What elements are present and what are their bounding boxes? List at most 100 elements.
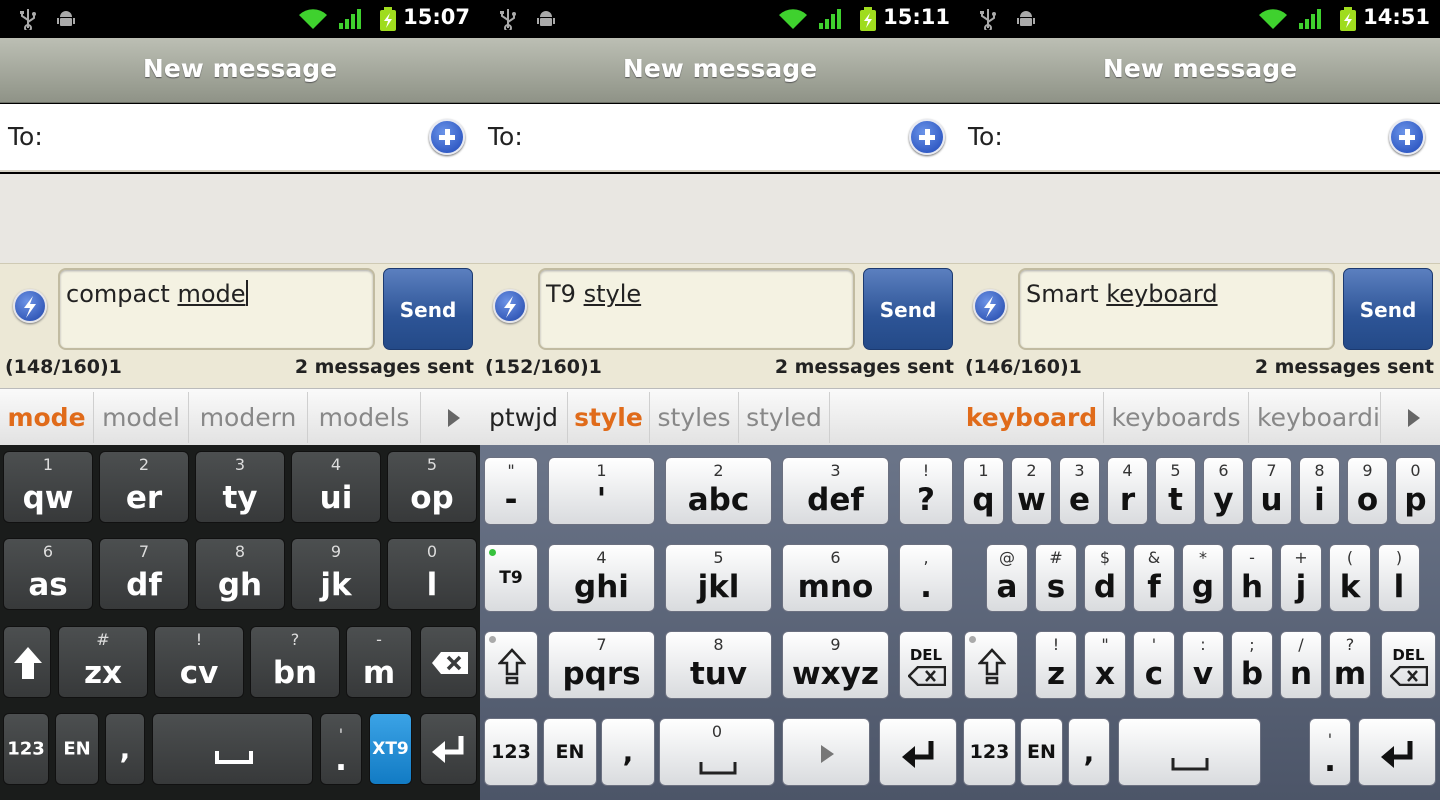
- t9-mode-key[interactable]: T9: [484, 544, 538, 612]
- key[interactable]: 8 gh: [195, 538, 285, 610]
- backspace-key[interactable]: [420, 626, 477, 698]
- period-key[interactable]: '.: [1309, 718, 1351, 786]
- space-key[interactable]: [1118, 718, 1261, 786]
- key[interactable]: !?: [899, 457, 953, 525]
- suggestion-item[interactable]: model: [94, 389, 188, 446]
- key[interactable]: 4r: [1107, 457, 1148, 525]
- key[interactable]: 6 mno: [782, 544, 889, 612]
- shift-key[interactable]: [964, 631, 1018, 699]
- key[interactable]: 4 ghi: [548, 544, 655, 612]
- key[interactable]: " x: [1084, 631, 1126, 699]
- key[interactable]: 2 er: [99, 451, 189, 523]
- key[interactable]: ? m: [1329, 631, 1371, 699]
- comma-key[interactable]: ,: [601, 718, 655, 786]
- language-key[interactable]: EN: [1020, 718, 1063, 786]
- key[interactable]: 3e: [1059, 457, 1100, 525]
- comma-key[interactable]: ,: [1068, 718, 1110, 786]
- quick-text-icon[interactable]: [13, 289, 47, 323]
- recipient-row[interactable]: To:: [0, 104, 480, 172]
- key[interactable]: 6y: [1203, 457, 1244, 525]
- key[interactable]: 2w: [1011, 457, 1052, 525]
- suggestion-item[interactable]: modern: [189, 389, 307, 446]
- key[interactable]: (k: [1329, 544, 1371, 612]
- add-contact-icon[interactable]: [429, 119, 465, 155]
- key[interactable]: 6 as: [3, 538, 93, 610]
- key[interactable]: 5 op: [387, 451, 477, 523]
- key[interactable]: -m: [346, 626, 412, 698]
- key[interactable]: 9 jk: [291, 538, 381, 610]
- key[interactable]: 8 tuv: [665, 631, 772, 699]
- more-suggestions-icon[interactable]: [1408, 409, 1420, 427]
- key[interactable]: 5t: [1155, 457, 1196, 525]
- suggestion-item[interactable]: ptwjd: [480, 389, 567, 446]
- key[interactable]: ! z: [1035, 631, 1077, 699]
- recipient-row[interactable]: To:: [960, 104, 1440, 172]
- send-button[interactable]: Send: [383, 268, 473, 350]
- cursor-right-key[interactable]: [782, 718, 870, 786]
- enter-key[interactable]: [420, 713, 477, 785]
- key[interactable]: # s: [1035, 544, 1077, 612]
- suggestion-item[interactable]: keyboards: [1104, 389, 1248, 446]
- numbers-key[interactable]: 123: [963, 718, 1016, 786]
- space-key[interactable]: 0: [659, 718, 775, 786]
- key[interactable]: 7 df: [99, 538, 189, 610]
- key[interactable]: ; b: [1231, 631, 1273, 699]
- suggestion-item[interactable]: styles: [650, 389, 738, 446]
- key[interactable]: 1 qw: [3, 451, 93, 523]
- quick-text-icon[interactable]: [493, 289, 527, 323]
- key[interactable]: $ d: [1084, 544, 1126, 612]
- comma-key[interactable]: ,: [105, 713, 145, 785]
- key[interactable]: + j: [1280, 544, 1322, 612]
- key[interactable]: / n: [1280, 631, 1322, 699]
- key[interactable]: 3 ty: [195, 451, 285, 523]
- key[interactable]: * g: [1182, 544, 1224, 612]
- key[interactable]: 8i: [1299, 457, 1340, 525]
- send-button[interactable]: Send: [863, 268, 953, 350]
- message-input[interactable]: T9 style: [538, 268, 855, 350]
- key[interactable]: 1q: [963, 457, 1004, 525]
- enter-key[interactable]: [879, 718, 957, 786]
- key[interactable]: ! cv: [154, 626, 244, 698]
- key[interactable]: 2 abc: [665, 457, 772, 525]
- numbers-key[interactable]: 123: [3, 713, 49, 785]
- quick-text-icon[interactable]: [973, 289, 1007, 323]
- key[interactable]: -h: [1231, 544, 1273, 612]
- delete-key[interactable]: DEL: [899, 631, 953, 699]
- message-input[interactable]: compact mode: [58, 268, 375, 350]
- send-button[interactable]: Send: [1343, 268, 1433, 350]
- numbers-key[interactable]: 123: [484, 718, 538, 786]
- suggestion-item[interactable]: keyboardi: [1249, 389, 1380, 446]
- key[interactable]: 0l: [387, 538, 477, 610]
- key[interactable]: 1 ': [548, 457, 655, 525]
- key[interactable]: @ a: [986, 544, 1028, 612]
- key[interactable]: ,.: [899, 544, 953, 612]
- key[interactable]: ' c: [1133, 631, 1175, 699]
- suggestion-item[interactable]: style: [568, 389, 649, 446]
- key[interactable]: 9 wxyz: [782, 631, 889, 699]
- delete-key[interactable]: DEL: [1381, 631, 1436, 699]
- language-key[interactable]: EN: [55, 713, 99, 785]
- key[interactable]: 7u: [1251, 457, 1292, 525]
- key[interactable]: ) l: [1378, 544, 1420, 612]
- message-input[interactable]: Smart keyboard: [1018, 268, 1335, 350]
- space-key[interactable]: [152, 713, 313, 785]
- add-contact-icon[interactable]: [1389, 119, 1425, 155]
- suggestion-item[interactable]: keyboard: [960, 389, 1103, 446]
- key[interactable]: " -: [484, 457, 538, 525]
- add-contact-icon[interactable]: [909, 119, 945, 155]
- suggestion-item[interactable]: models: [308, 389, 420, 446]
- more-suggestions-icon[interactable]: [448, 409, 460, 427]
- enter-key[interactable]: [1358, 718, 1436, 786]
- key[interactable]: 3 def: [782, 457, 889, 525]
- shift-key[interactable]: [484, 631, 538, 699]
- key[interactable]: 9o: [1347, 457, 1388, 525]
- key[interactable]: & f: [1133, 544, 1175, 612]
- key[interactable]: :v: [1182, 631, 1224, 699]
- language-key[interactable]: EN: [543, 718, 597, 786]
- key[interactable]: 7 pqrs: [548, 631, 655, 699]
- key[interactable]: # zx: [58, 626, 148, 698]
- key[interactable]: 0p: [1395, 457, 1436, 525]
- suggestion-item[interactable]: mode: [0, 389, 93, 446]
- shift-key[interactable]: [3, 626, 51, 698]
- period-key[interactable]: '.: [320, 713, 362, 785]
